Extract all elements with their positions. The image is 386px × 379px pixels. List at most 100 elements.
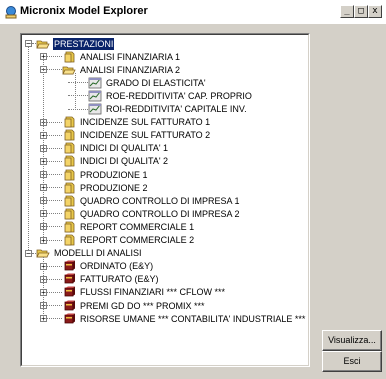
view-button[interactable]: Visualizza... (322, 330, 382, 351)
tree-connector (68, 95, 88, 97)
cube-model-icon (64, 286, 75, 297)
cube-model-icon (64, 300, 75, 310)
tree-item[interactable]: INDICI DI QUALITA' 2 (62, 155, 169, 168)
tree-item[interactable]: FATTURATO (E&Y) (62, 273, 160, 286)
folder-closed-icon (64, 142, 75, 154)
cube-model-icon (64, 273, 75, 284)
tree-item[interactable]: FLUSSI FINANZIARI *** CFLOW *** (62, 286, 226, 299)
collapse-icon[interactable]: − (25, 40, 32, 48)
cube-model-icon (64, 260, 75, 271)
tree-connector (47, 239, 62, 241)
tree-connector (47, 278, 62, 280)
window-controls: _ □ x (340, 5, 382, 18)
tree-connector (68, 108, 88, 110)
tree-item-label: ORDINATO (E&Y) (80, 261, 154, 272)
tree-item[interactable]: ROI-REDDITIVITA' CAPITALE INV. (88, 103, 248, 116)
folder-closed-icon (64, 51, 75, 62)
model-tree[interactable]: PRESTAZIONI − ANALISI FINANZIARIA 1 + ANALIS… (20, 33, 310, 367)
tree-item[interactable]: PREMI GD DO *** PROMIX *** (62, 299, 206, 312)
window-title: Micronix Model Explorer (20, 5, 148, 17)
tree-item-label: PRODUZIONE 2 (80, 182, 148, 193)
tree-item[interactable]: ORDINATO (E&Y) (62, 260, 154, 273)
app-window: Micronix Model Explorer _ □ x PRESTAZION… (0, 0, 386, 379)
folder-closed-icon (64, 208, 75, 220)
tree-connector (47, 200, 62, 202)
folder-open-icon (62, 66, 76, 75)
maximize-button[interactable]: □ (354, 5, 368, 18)
tree-item[interactable]: ROE-REDDITIVITA' CAP. PROPRIO (88, 89, 253, 102)
folder-closed-icon (64, 129, 75, 141)
tree-connector (32, 252, 36, 254)
collapse-icon[interactable]: − (25, 249, 32, 257)
tree-connector (47, 318, 62, 320)
folder-open-icon (36, 40, 50, 48)
tree-item[interactable]: GRADO DI ELASTICITA' (88, 76, 207, 89)
tree-item-label: INCIDENZE SUL FATTURATO 1 (80, 117, 211, 128)
tree-connector (47, 291, 62, 293)
close-button[interactable]: x (368, 5, 382, 18)
tree-item-label: REPORT COMMERCIALE 1 (80, 221, 195, 232)
tree-connector (47, 305, 62, 306)
tree-item-label: GRADO DI ELASTICITA' (106, 77, 206, 88)
folder-closed-icon (64, 234, 75, 246)
tree-item[interactable]: INDICI DI QUALITA' 1 (62, 142, 169, 155)
tree-connector (47, 226, 62, 228)
tree-item[interactable]: RISORSE UMANE *** CONTABILITA' INDUSTRIA… (62, 312, 306, 325)
tree-connector (47, 69, 62, 71)
tree-connector (47, 147, 62, 149)
tree-connector (47, 160, 62, 162)
tree-connector (68, 82, 88, 84)
tree-connector (47, 174, 62, 175)
tree-item[interactable]: PRESTAZIONI (36, 37, 115, 50)
exit-button[interactable]: Esci (322, 351, 382, 372)
minimize-button[interactable]: _ (340, 5, 354, 18)
cube-model-icon (64, 313, 75, 323)
tree-connector (47, 56, 62, 58)
tree-item-label: INDICI DI QUALITA' 2 (80, 156, 169, 167)
title-bar[interactable]: Micronix Model Explorer _ □ x (0, 0, 386, 24)
tree-item-label: REPORT COMMERCIALE 2 (80, 235, 195, 245)
tree-item[interactable]: ANALISI FINANZIARIA 1 (62, 50, 181, 63)
tree-item[interactable]: ANALISI FINANZIARIA 2 (62, 63, 181, 76)
tree-item-label: ANALISI FINANZIARIA 1 (80, 51, 181, 62)
tree-item[interactable]: PRODUZIONE 1 (62, 168, 149, 181)
app-icon (5, 6, 17, 19)
tree-item-label: QUADRO CONTROLLO DI IMPRESA 1 (80, 195, 240, 206)
expand-icon[interactable]: + (40, 53, 47, 61)
tree-item[interactable]: MODELLI DI ANALISI (36, 247, 143, 260)
tree-item[interactable]: REPORT COMMERCIALE 1 (62, 220, 195, 233)
tree-item-label: INCIDENZE SUL FATTURATO 2 (80, 130, 211, 141)
tree-connector (43, 256, 44, 319)
tree-connector (47, 121, 62, 123)
tree-item-label: ANALISI FINANZIARIA 2 (80, 64, 181, 75)
tree-item[interactable]: INCIDENZE SUL FATTURATO 1 (62, 116, 211, 129)
tree-connector (47, 134, 62, 136)
tree-connector (47, 213, 62, 215)
tree-item-label: ROI-REDDITIVITA' CAPITALE INV. (106, 104, 247, 114)
tree-item[interactable]: QUADRO CONTROLLO DI IMPRESA 2 (62, 207, 241, 220)
tree-connector (47, 187, 62, 189)
tree-item[interactable]: QUADRO CONTROLLO DI IMPRESA 1 (62, 194, 241, 207)
folder-closed-icon (64, 182, 75, 193)
tree-connector (75, 73, 76, 109)
folder-closed-icon (64, 221, 75, 233)
tree-item-label: RISORSE UMANE *** CONTABILITA' INDUSTRIA… (80, 313, 306, 324)
folder-closed-icon (64, 116, 75, 128)
folder-closed-icon (64, 155, 75, 167)
folder-closed-icon (64, 169, 75, 180)
report-chart-icon (88, 77, 102, 89)
model-tree-content: PRESTAZIONI − ANALISI FINANZIARIA 1 + ANALIS… (21, 34, 309, 366)
tree-item-label: MODELLI DI ANALISI (54, 248, 142, 259)
tree-item[interactable]: INCIDENZE SUL FATTURATO 2 (62, 129, 211, 142)
tree-item-label: FATTURATO (E&Y) (80, 274, 159, 285)
folder-closed-icon (64, 195, 75, 207)
tree-connector (32, 43, 36, 44)
tree-connector (47, 265, 62, 267)
tree-item-label: PRESTAZIONI (53, 37, 115, 50)
tree-item[interactable]: PRODUZIONE 2 (62, 181, 149, 194)
tree-item-label: QUADRO CONTROLLO DI IMPRESA 2 (80, 208, 240, 219)
tree-item-label: ROE-REDDITIVITA' CAP. PROPRIO (106, 90, 252, 101)
tree-item-label: PRODUZIONE 1 (80, 169, 148, 180)
tree-connector (28, 47, 29, 250)
tree-item[interactable]: REPORT COMMERCIALE 2 (62, 234, 195, 247)
